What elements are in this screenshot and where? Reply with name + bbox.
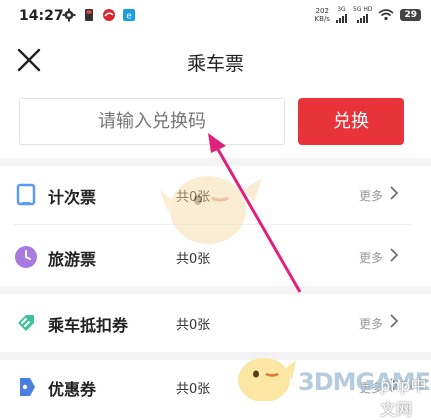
app-blue-icon: e xyxy=(123,9,135,22)
status-bar: 14:27 e 202 KB/s 3G 5G HD 29 xyxy=(0,0,431,34)
gear-icon xyxy=(62,8,76,22)
net-speed: 202 KB/s xyxy=(314,6,330,23)
ticket-title: 优惠券 xyxy=(48,380,97,399)
more-link[interactable]: 更多 xyxy=(359,315,383,332)
clock-icon xyxy=(15,246,37,268)
status-time: 14:27 xyxy=(19,8,64,24)
watermark-site: php中文网 xyxy=(380,376,427,419)
header: 乘车票 xyxy=(0,34,431,86)
more-link[interactable]: 更多 xyxy=(359,187,383,204)
app-red-icon xyxy=(103,9,115,21)
svg-text:e: e xyxy=(126,12,132,22)
ticket-count: 共0张 xyxy=(176,318,211,333)
ticket-title: 乘车抵扣券 xyxy=(48,316,129,335)
watermark-chick-icon xyxy=(160,176,262,244)
coupon-icon xyxy=(20,378,35,396)
ticket-title: 计次票 xyxy=(48,188,97,207)
discount-tag-icon xyxy=(18,315,34,331)
more-link[interactable]: 更多 xyxy=(359,249,383,266)
card-icon xyxy=(16,183,36,206)
ticket-count: 共0张 xyxy=(176,382,211,397)
wifi-icon xyxy=(378,8,394,20)
redeem-code-input[interactable] xyxy=(19,98,285,145)
ticket-title: 旅游票 xyxy=(48,250,97,269)
ticket-count: 共0张 xyxy=(176,252,211,267)
sim2-signal: 5G HD xyxy=(353,6,372,23)
battery-level: 29 xyxy=(400,8,421,21)
sd-card-icon xyxy=(85,9,93,21)
chevron-right-icon[interactable] xyxy=(389,247,399,263)
chevron-right-icon[interactable] xyxy=(389,313,399,329)
watermark-chick-icon xyxy=(238,358,296,401)
chevron-right-icon[interactable] xyxy=(389,185,399,201)
section-divider xyxy=(0,286,431,294)
page-title: 乘车票 xyxy=(186,53,244,75)
sim1-signal: 3G xyxy=(335,6,347,23)
ticket-row-deduction[interactable]: 乘车抵扣券 共0张 更多 xyxy=(0,294,431,352)
redeem-button[interactable]: 兑换 xyxy=(298,98,404,145)
